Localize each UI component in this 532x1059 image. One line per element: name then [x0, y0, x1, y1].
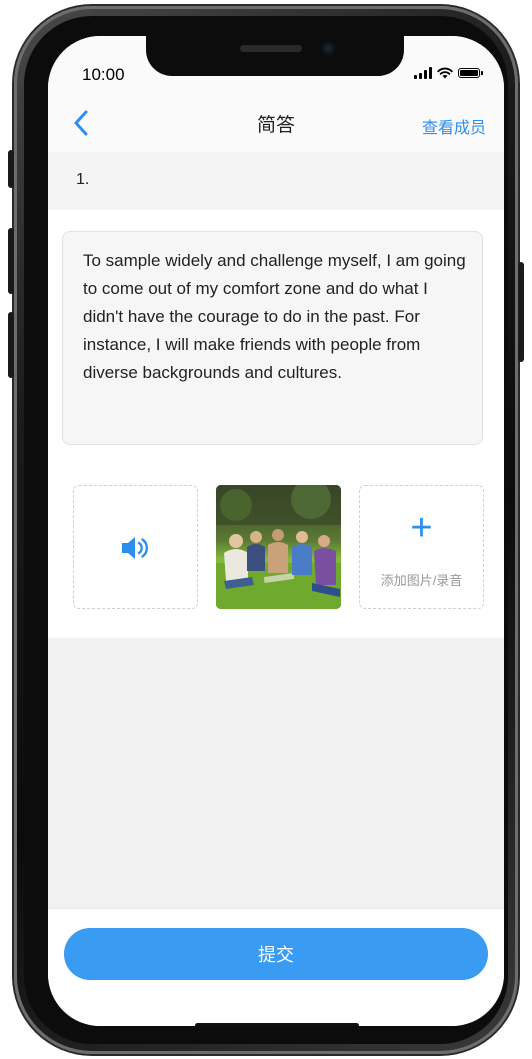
group-photo-image — [216, 485, 341, 609]
speaker-icon — [122, 537, 149, 559]
side-button-volume-down — [8, 312, 14, 378]
side-button-power — [518, 262, 524, 362]
footer-bar: 提交 — [48, 908, 504, 1026]
side-button-mute — [8, 150, 14, 188]
question-header: 1. — [48, 152, 504, 210]
add-media-label: 添加图片/录音 — [380, 573, 463, 588]
photo-attachment[interactable] — [216, 485, 341, 609]
notch — [146, 36, 404, 76]
submit-button[interactable]: 提交 — [64, 928, 488, 980]
media-row: + 添加图片/录音 — [73, 485, 484, 609]
plus-icon: + — [410, 507, 433, 549]
question-number: 1. — [76, 171, 90, 188]
phone-screen: 10:00 简答 查看成员 1. To sample widely and ch… — [48, 36, 504, 1026]
answer-section: To sample widely and challenge myself, I… — [48, 210, 504, 638]
home-indicator[interactable] — [195, 1023, 359, 1026]
view-members-link[interactable]: 查看成员 — [422, 114, 486, 138]
answer-text-field[interactable]: To sample widely and challenge myself, I… — [62, 231, 483, 445]
earpiece — [240, 45, 302, 52]
front-camera — [322, 42, 335, 55]
status-time: 10:00 — [82, 65, 125, 84]
signal-icon — [414, 67, 432, 79]
battery-icon — [458, 68, 483, 78]
add-media-button[interactable]: + 添加图片/录音 — [359, 485, 484, 609]
wifi-icon — [437, 67, 453, 79]
status-icons — [414, 67, 483, 79]
audio-attachment[interactable] — [73, 485, 198, 609]
nav-bar: 简答 查看成员 — [48, 94, 504, 153]
side-button-volume-up — [8, 228, 14, 294]
